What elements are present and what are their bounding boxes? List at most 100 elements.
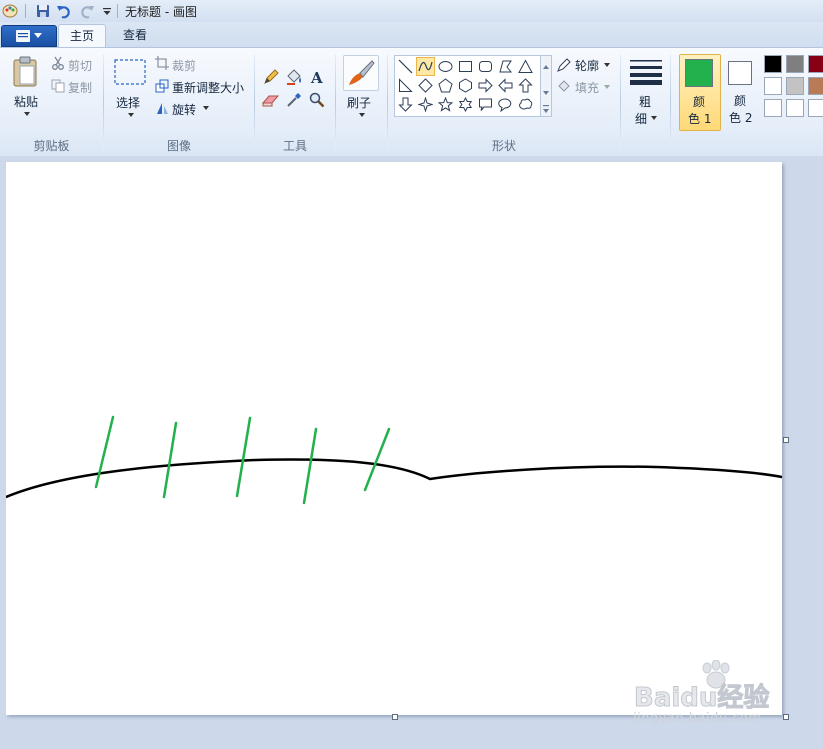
five-point-star-shape-icon[interactable] (436, 95, 455, 114)
copy-button[interactable]: 复制 (68, 79, 92, 96)
green-tick-stroke (363, 427, 391, 492)
pencil-icon[interactable] (261, 67, 281, 87)
group-separator (387, 54, 388, 148)
rotate-dropdown-icon[interactable] (202, 105, 210, 111)
redo-icon[interactable] (79, 3, 95, 19)
palette-swatch[interactable] (764, 55, 782, 73)
text-tool-icon[interactable]: A (307, 67, 327, 87)
color1-swatch (685, 59, 713, 87)
magnifier-icon[interactable] (307, 90, 327, 110)
color1-label-1: 颜 (693, 95, 706, 109)
rotate-button[interactable]: 旋转 (172, 101, 196, 118)
color-picker-icon[interactable] (284, 90, 304, 110)
scissors-icon (51, 56, 65, 70)
hexagon-shape-icon[interactable] (456, 76, 475, 95)
stroke-size-icon[interactable] (629, 58, 663, 86)
brush-icon[interactable] (343, 55, 379, 91)
save-icon[interactable] (35, 3, 51, 19)
palette-swatch[interactable] (808, 99, 823, 117)
shapes-gallery (394, 55, 541, 117)
fill-button[interactable]: 填充 (575, 79, 599, 96)
select-button[interactable]: 选择 (116, 94, 140, 111)
brush-dropdown-icon[interactable] (358, 112, 366, 118)
fill-bucket-icon[interactable] (284, 67, 304, 87)
resize-handle-bottom[interactable] (392, 714, 398, 720)
color2-button[interactable]: 颜 色 2 (721, 54, 761, 129)
brush-button[interactable]: 刷子 (347, 94, 371, 111)
fill-icon (557, 79, 571, 93)
black-curve-stroke (4, 458, 784, 499)
rect-callout-shape-icon[interactable] (476, 95, 495, 114)
group-separator (670, 54, 671, 148)
fill-dropdown-icon[interactable] (603, 84, 611, 90)
stroke-size-label-1: 粗 (639, 95, 652, 109)
palette-swatch[interactable] (764, 99, 782, 117)
diamond-shape-icon[interactable] (416, 76, 435, 95)
watermark-url: jingyan.baidu.com (633, 711, 762, 726)
paint-menu-button[interactable] (1, 25, 57, 47)
paint-app-icon[interactable] (2, 3, 18, 19)
group-separator (103, 54, 104, 148)
curve-shape-icon[interactable] (416, 57, 435, 76)
right-arrow-shape-icon[interactable] (476, 76, 495, 95)
group-separator (620, 54, 621, 148)
up-arrow-shape-icon[interactable] (516, 76, 535, 95)
ribbon-tab-row: 主页 查看 (0, 22, 823, 48)
color1-button[interactable]: 颜 色 1 (679, 54, 721, 131)
resize-handle-right[interactable] (783, 437, 789, 443)
palette-swatch[interactable] (786, 77, 804, 95)
group-separator (254, 54, 255, 148)
menu-icon (16, 30, 30, 42)
oval-callout-shape-icon[interactable] (496, 95, 515, 114)
color1-label-2: 色 1 (688, 112, 712, 126)
title-separator (117, 4, 118, 18)
palette-swatch[interactable] (808, 55, 823, 73)
green-tick-stroke (302, 427, 318, 505)
ribbon: 粘贴 剪切 复制 剪贴板 选择 裁剪 重新调整大小 旋转 图像 A 工具 刷子 … (0, 47, 823, 157)
four-point-star-shape-icon[interactable] (416, 95, 435, 114)
paste-icon[interactable] (11, 55, 41, 89)
rounded-rectangle-shape-icon[interactable] (476, 57, 495, 76)
stroke-size-label-2[interactable]: 细 (635, 110, 647, 127)
color2-label-2: 色 2 (729, 111, 753, 125)
palette-swatch[interactable] (764, 77, 782, 95)
paste-button[interactable]: 粘贴 (14, 93, 38, 110)
rotate-icon (155, 101, 169, 115)
crop-button[interactable]: 裁剪 (172, 57, 196, 74)
rectangle-shape-icon[interactable] (456, 57, 475, 76)
undo-icon[interactable] (56, 3, 72, 19)
resize-handle-corner[interactable] (783, 714, 789, 720)
outline-dropdown-icon[interactable] (603, 62, 611, 68)
cloud-callout-shape-icon[interactable] (516, 95, 535, 114)
tab-view[interactable]: 查看 (112, 24, 158, 47)
palette-swatch[interactable] (786, 55, 804, 73)
oval-shape-icon[interactable] (436, 57, 455, 76)
select-icon[interactable] (113, 57, 147, 87)
group-label-shapes: 形状 (491, 139, 516, 153)
right-triangle-shape-icon[interactable] (396, 76, 415, 95)
outline-button[interactable]: 轮廓 (575, 57, 599, 74)
canvas-drawing (4, 415, 784, 505)
cut-button[interactable]: 剪切 (68, 57, 92, 74)
six-point-star-shape-icon[interactable] (456, 95, 475, 114)
left-arrow-shape-icon[interactable] (496, 76, 515, 95)
palette-swatch[interactable] (808, 77, 823, 95)
customize-toolbar-icon[interactable] (99, 3, 115, 19)
palette-swatch[interactable] (786, 99, 804, 117)
eraser-icon[interactable] (261, 90, 281, 110)
outline-icon (557, 58, 571, 72)
watermark-brand: Baidu经验 (634, 682, 769, 712)
select-dropdown-icon[interactable] (127, 112, 135, 118)
down-arrow-shape-icon[interactable] (396, 95, 415, 114)
paste-dropdown-icon[interactable] (23, 111, 31, 117)
crop-icon (155, 56, 169, 70)
tab-home[interactable]: 主页 (58, 24, 107, 48)
line-shape-icon[interactable] (396, 57, 415, 76)
triangle-shape-icon[interactable] (516, 57, 535, 76)
stroke-size-dropdown-icon[interactable] (650, 115, 658, 121)
resize-button[interactable]: 重新调整大小 (172, 79, 244, 96)
shapes-gallery-scroller[interactable] (540, 55, 552, 117)
pentagon-shape-icon[interactable] (436, 76, 455, 95)
polygon-shape-icon[interactable] (496, 57, 515, 76)
drawing-canvas[interactable] (4, 162, 784, 715)
